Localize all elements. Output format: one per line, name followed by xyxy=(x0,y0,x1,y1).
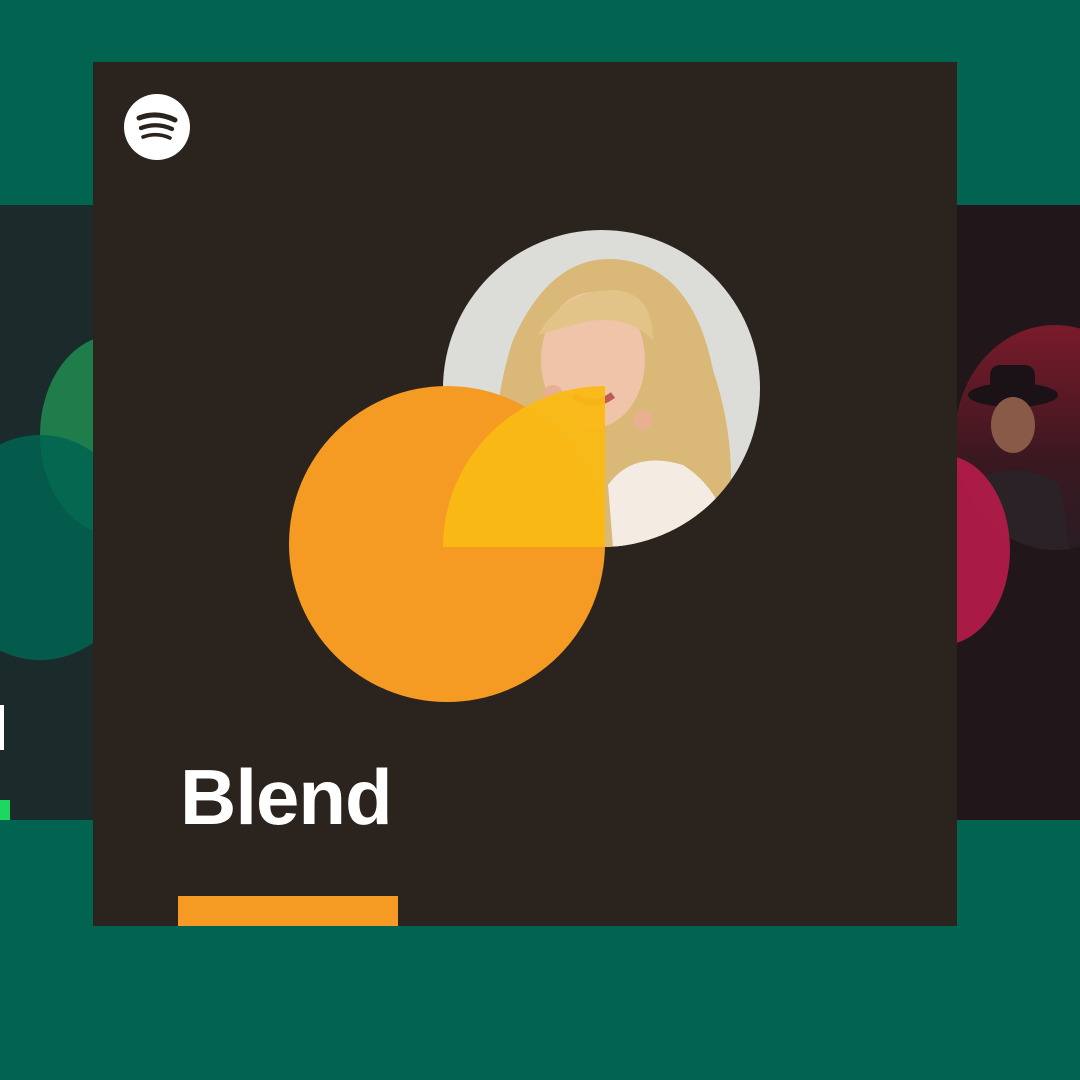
blend-card-right[interactable] xyxy=(955,205,1080,820)
partial-bar xyxy=(0,800,10,820)
spotify-icon xyxy=(124,94,190,160)
accent-bar xyxy=(178,896,398,926)
teal-circle xyxy=(0,435,95,660)
blend-card-left[interactable] xyxy=(0,205,95,820)
blend-title: Blend xyxy=(180,753,393,841)
partial-letter xyxy=(0,705,4,750)
